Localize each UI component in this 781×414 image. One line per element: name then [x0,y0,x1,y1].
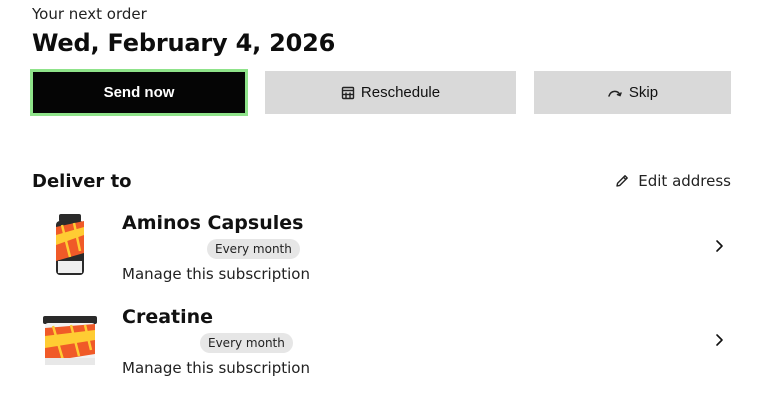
creatine-image [40,306,100,372]
edit-address-link[interactable]: Edit address [614,172,731,190]
calendar-icon [341,86,355,100]
product-name: Creatine [122,306,214,328]
aminos-capsules-image [40,212,100,278]
next-order-label: Your next order [32,5,147,23]
manage-subscription-link[interactable]: Manage this subscription [122,265,310,283]
frequency-badge: Every month [200,333,293,353]
frequency-badge: Every month [207,239,300,259]
reschedule-label: Reschedule [360,84,441,101]
manage-subscription-link[interactable]: Manage this subscription [122,359,310,377]
skip-arrow-icon [607,88,623,98]
deliver-to-heading: Deliver to [32,171,132,192]
skip-button[interactable]: Skip [534,71,731,114]
send-now-button[interactable]: Send now [30,69,248,116]
subscription-item-aminos[interactable]: Aminos Capsules Every month Manage this … [32,208,732,288]
edit-address-label: Edit address [638,172,731,190]
pencil-icon [614,173,630,189]
chevron-right-icon [714,239,724,253]
chevron-right-icon [714,333,724,347]
next-order-date: Wed, February 4, 2026 [32,29,336,57]
product-name: Aminos Capsules [122,212,304,234]
reschedule-button[interactable]: Reschedule [265,71,516,114]
send-now-label: Send now [103,84,175,101]
skip-label: Skip [628,84,659,101]
subscription-item-creatine[interactable]: Creatine Every month Manage this subscri… [32,302,732,382]
